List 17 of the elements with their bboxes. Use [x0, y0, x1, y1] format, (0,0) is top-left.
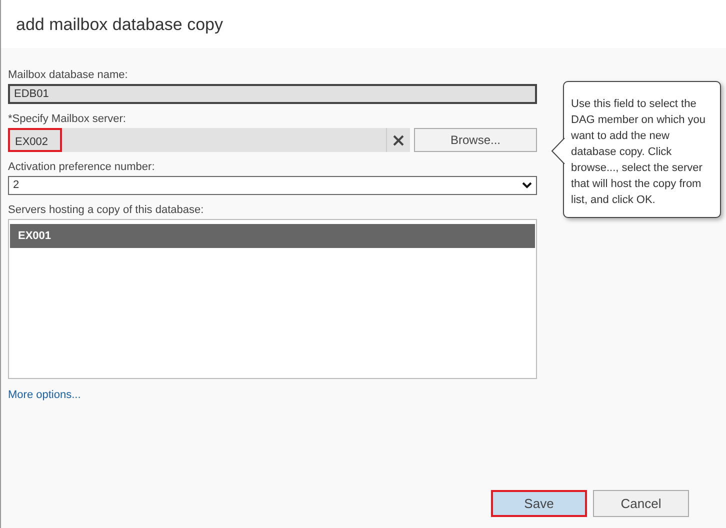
tooltip: Use this field to select the DAG member on which you want to add the new database copy. Click browse..., select the server that will host the copy from list, and click OK.	[563, 81, 721, 218]
field-label: *Specify Mailbox server:	[8, 112, 127, 126]
preference-select[interactable]: 2	[8, 176, 537, 195]
field-label: Servers hosting a copy of this database:	[8, 203, 205, 217]
cancel-button[interactable]: Cancel	[593, 490, 689, 517]
dialog-title: add mailbox database copy	[1, 0, 726, 48]
save-button[interactable]: Save	[491, 490, 587, 517]
field-label: Activation preference number:	[8, 160, 156, 174]
database-name-field[interactable]: EDB01	[8, 84, 537, 104]
more-options-link[interactable]: More options...	[8, 387, 81, 404]
list-item[interactable]: EX001	[10, 224, 535, 248]
server-field[interactable]: EX002	[8, 128, 410, 152]
browse-button[interactable]: Browse...	[414, 128, 537, 152]
chevron-down-icon	[522, 182, 532, 189]
server-value: EX002	[8, 128, 62, 152]
tooltip-pointer	[551, 138, 565, 164]
field-label: Mailbox database name:	[8, 68, 129, 82]
